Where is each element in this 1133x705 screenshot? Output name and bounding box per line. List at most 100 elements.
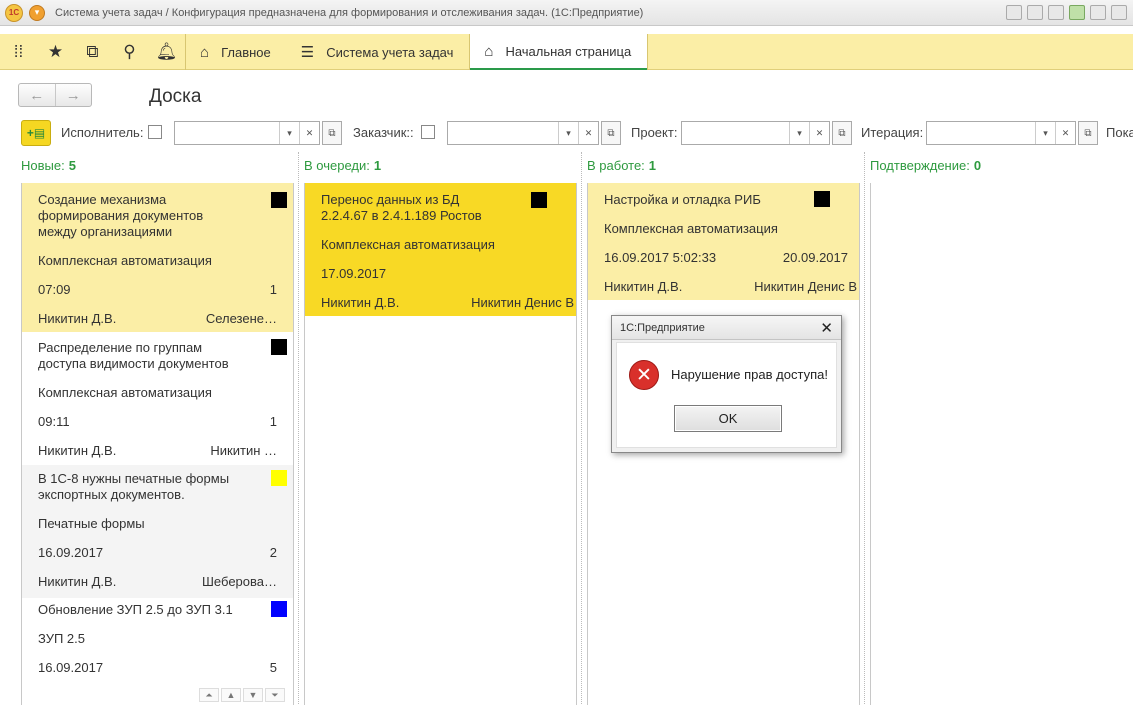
task-title-line: В 1С-8 нужны печатные формы [38, 471, 230, 486]
customer-field[interactable]: ▾ ✕ [447, 121, 599, 145]
task-card[interactable]: Создание механизма формирования документ… [22, 183, 293, 332]
title-bar: 1С ▾ Система учета задач / Конфигурация … [0, 0, 1133, 26]
task-card[interactable]: Перенос данных из БД 2.2.4.67 в 2.4.1.18… [305, 183, 576, 316]
column-title: Новые: [21, 158, 65, 173]
task-title-line: Настройка и отладка РИБ [604, 192, 761, 207]
task-number: 5 [269, 660, 277, 675]
priority-color-swatch [814, 191, 830, 207]
upload-icon[interactable] [1069, 5, 1085, 20]
tab-start-page-label: Начальная страница [505, 43, 632, 59]
scroll-down-icon[interactable]: ▼ [243, 688, 263, 702]
executor-field[interactable]: ▾ ✕ [174, 121, 320, 145]
task-time: 07:09 [38, 282, 71, 297]
executor-label: Исполнитель: [61, 125, 144, 140]
task-card[interactable]: Распределение по группам доступа видимос… [22, 332, 293, 465]
priority-color-swatch [531, 192, 547, 208]
task-people-row: Никитин Д.В. Никитин Денис В [305, 295, 576, 311]
column-count: 0 [973, 158, 982, 173]
dialog-title-bar: 1С:Предприятие ✕ [612, 316, 841, 340]
task-executor: Шеберова… [202, 574, 277, 589]
task-time: 16.09.2017 [38, 660, 104, 675]
task-title: Распределение по группам доступа видимос… [22, 332, 293, 372]
favorites-star-icon[interactable]: ★ [37, 34, 74, 70]
search-icon[interactable]: ⚲ [111, 34, 148, 70]
save-icon[interactable] [1006, 5, 1022, 20]
task-people-row: Никитин Д.В. Никитин Денис В [588, 279, 859, 295]
clear-icon[interactable]: ✕ [578, 122, 598, 144]
customer-checkbox[interactable] [421, 125, 435, 139]
task-card[interactable]: В 1С-8 нужны печатные формы экспортных д… [22, 465, 293, 598]
task-people-row: Никитин Д.В. Селезене… [22, 311, 293, 327]
task-time: 16.09.2017 5:02:33 [604, 250, 717, 265]
calculator-icon[interactable] [1111, 5, 1127, 20]
history-icon[interactable]: ⧉ [74, 34, 111, 70]
notifications-bell-icon[interactable]: 🔔︎ [148, 34, 185, 70]
create-task-button[interactable]: +▤ [21, 120, 51, 146]
open-icon[interactable]: ⧉ [601, 121, 621, 145]
column-count: 1 [373, 158, 382, 173]
chevron-down-icon[interactable]: ▾ [789, 122, 809, 144]
clear-icon[interactable]: ✕ [809, 122, 829, 144]
close-icon[interactable]: ✕ [820, 319, 833, 337]
column-header-queue: В очереди: 1 [304, 158, 381, 173]
task-project-text: Комплексная автоматизация [321, 237, 495, 252]
scroll-up-icon[interactable]: ▲ [221, 688, 241, 702]
task-project-text: Комплексная автоматизация [38, 253, 212, 268]
project-field[interactable]: ▾ ✕ [681, 121, 830, 145]
download-icon[interactable] [1090, 5, 1106, 20]
column-title: В работе: [587, 158, 645, 173]
iteration-field[interactable]: ▾ ✕ [926, 121, 1076, 145]
task-executor: Никитин Денис В [471, 295, 574, 310]
column-new: Создание механизма формирования документ… [21, 183, 294, 705]
task-number: 1 [269, 282, 277, 297]
task-project: ЗУП 2.5 [22, 631, 293, 647]
task-project: Комплексная автоматизация [588, 221, 859, 237]
open-icon[interactable]: ⧉ [322, 121, 342, 145]
task-project: Комплексная автоматизация [22, 385, 293, 401]
chevron-down-icon[interactable]: ▾ [279, 122, 299, 144]
print-icon[interactable] [1027, 5, 1043, 20]
back-arrow-icon[interactable]: ← [19, 84, 55, 106]
column-divider [581, 152, 582, 705]
main-menu-icon[interactable]: ▾ [29, 4, 45, 21]
tab-main-label: Главное [221, 44, 271, 60]
window-title: Система учета задач / Конфигурация предн… [55, 6, 644, 19]
open-icon[interactable]: ⧉ [832, 121, 852, 145]
scroll-top-icon[interactable]: ⏶ [199, 688, 219, 702]
scroll-bottom-icon[interactable]: ⏷ [265, 688, 285, 702]
apps-grid-icon[interactable]: ⁞⁞ [0, 34, 37, 70]
task-title-line: Перенос данных из БД [321, 192, 460, 207]
clear-icon[interactable]: ✕ [299, 122, 319, 144]
task-time: 09:11 [38, 414, 70, 429]
open-icon[interactable]: ⧉ [1078, 121, 1098, 145]
preview-icon[interactable] [1048, 5, 1064, 20]
task-project: Комплексная автоматизация [305, 237, 576, 253]
column-divider [864, 152, 865, 705]
tab-main[interactable]: ⌂ Главное [186, 34, 287, 70]
sections-panel: ⁞⁞ ★ ⧉ ⚲ 🔔︎ ⌂ Главное ☰ Система учета за… [0, 34, 1133, 70]
chevron-down-icon[interactable]: ▾ [1035, 122, 1055, 144]
tab-start-page[interactable]: ⌂ Начальная страница [470, 34, 648, 70]
clear-icon[interactable]: ✕ [1055, 122, 1075, 144]
priority-color-swatch [271, 601, 287, 617]
ok-button[interactable]: OK [674, 405, 782, 432]
app-logo-icon[interactable]: 1С [5, 3, 23, 22]
error-dialog: 1С:Предприятие ✕ ✕ Нарушение прав доступ… [611, 315, 842, 453]
task-card[interactable]: Настройка и отладка РИБ Комплексная авто… [588, 183, 859, 300]
scroll-buttons: ⏶ ▲ ▼ ⏷ [199, 688, 285, 702]
chevron-down-icon[interactable]: ▾ [558, 122, 578, 144]
task-title: В 1С-8 нужны печатные формы экспортных д… [22, 465, 293, 503]
task-card[interactable]: Обновление ЗУП 2.5 до ЗУП 3.1 ЗУП 2.5 16… [22, 598, 293, 698]
column-count: 1 [648, 158, 657, 173]
page-title: Доска [149, 86, 202, 107]
task-time-row: 16.09.2017 2 [22, 545, 293, 561]
executor-checkbox[interactable] [148, 125, 162, 139]
task-project-text: Печатные формы [38, 516, 145, 531]
task-title-line: 2.2.4.67 в 2.4.1.189 Ростов [321, 208, 482, 223]
task-time-row: 16.09.2017 5 [22, 660, 293, 676]
tab-task-system[interactable]: ☰ Система учета задач [287, 34, 470, 70]
forward-arrow-icon[interactable]: → [54, 84, 92, 106]
task-title-line: между организациями [38, 224, 173, 239]
iteration-label: Итерация: [861, 125, 924, 140]
column-header-work: В работе: 1 [587, 158, 656, 173]
